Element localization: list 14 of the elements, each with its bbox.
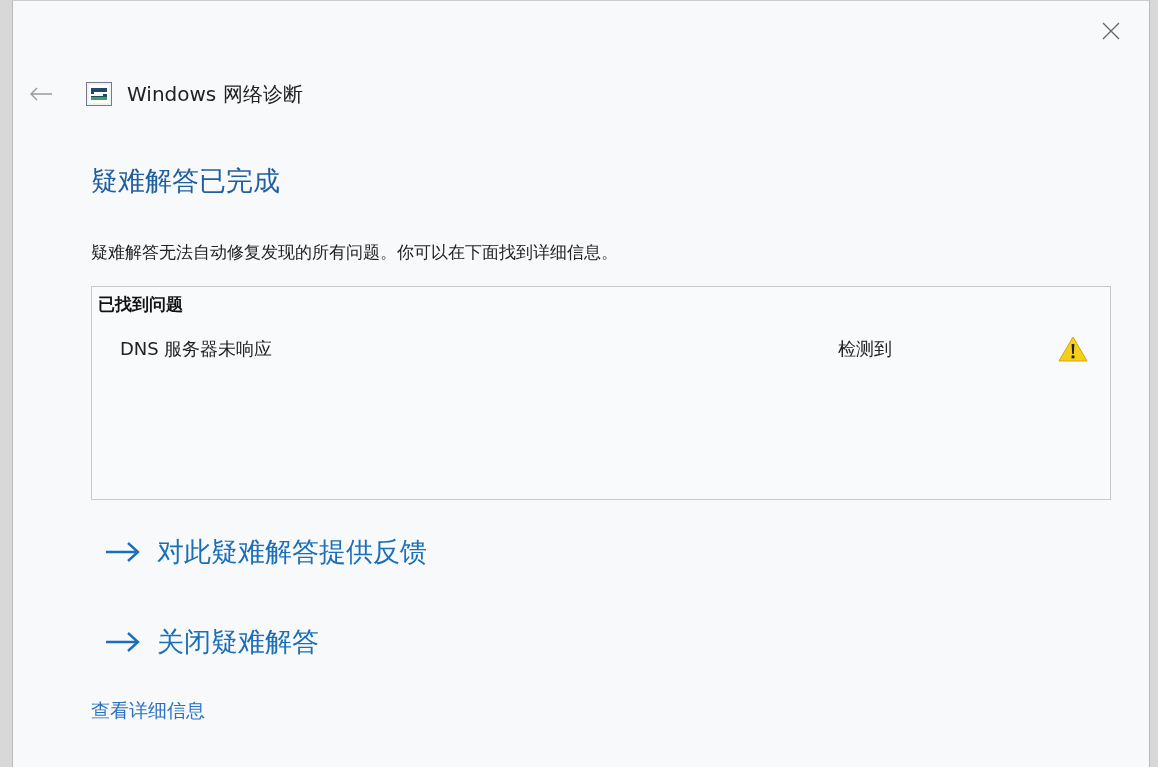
arrow-icon [105, 541, 141, 563]
problem-name: DNS 服务器未响应 [120, 337, 274, 361]
heading: 疑难解答已完成 [91, 164, 281, 198]
description-text: 疑难解答无法自动修复发现的所有问题。你可以在下面找到详细信息。 [91, 241, 619, 264]
network-diagnostics-icon [86, 82, 112, 106]
arrow-icon [105, 631, 141, 653]
window-title: Windows 网络诊断 [127, 80, 303, 108]
problems-title: 已找到问题 [98, 293, 184, 316]
details-link[interactable]: 查看详细信息 [91, 698, 205, 724]
warning-icon [1058, 336, 1088, 362]
back-arrow-icon[interactable] [29, 86, 53, 102]
action-link[interactable]: 对此疑难解答提供反馈 [105, 534, 427, 570]
problem-status: 检测到 [838, 337, 893, 361]
action-link[interactable]: 关闭疑难解答 [105, 624, 319, 660]
